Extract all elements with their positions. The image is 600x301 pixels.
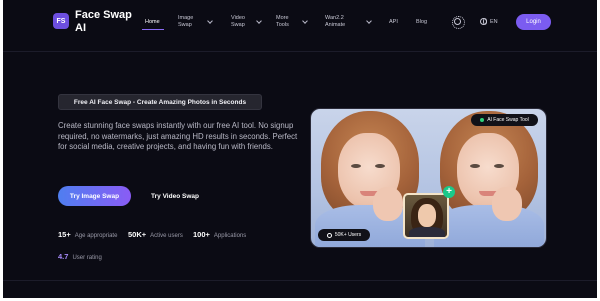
ai-tool-tag: AI Face Swap Tool [471,114,538,126]
nav-more-tools[interactable]: More Tools [276,15,298,29]
globe-icon[interactable] [480,18,487,25]
nav-video-swap[interactable]: Video Swap [231,15,253,29]
chevron-down-icon[interactable] [366,18,372,24]
ai-tool-tag-label: AI Face Swap Tool [487,117,529,123]
users-tag: 50K+ Users [318,229,370,241]
section-divider [3,280,597,281]
nav-home[interactable]: Home [145,19,160,26]
stat-age: 15+ Age appropriate [58,230,117,239]
users-tag-label: 50K+ Users [334,232,362,238]
hero-description: Create stunning face swaps instantly wit… [58,121,298,151]
stat-users: 50K+ Active users [128,230,183,239]
stat-rating: 4.7 User rating [58,252,102,261]
login-button[interactable]: Login [516,14,551,30]
rating-label: User rating [72,255,102,261]
rating-value: 4.7 [58,252,69,261]
stat-value: 50K+ [128,230,147,239]
nav-image-swap[interactable]: Image Swap [178,15,202,29]
stat-value: 15+ [58,230,71,239]
user-icon [326,232,332,238]
source-face-thumbnail [403,193,449,239]
stat-applications: 100+ Applications [193,230,246,239]
stat-value: 100+ [193,230,210,239]
chevron-down-icon[interactable] [256,18,262,24]
chevron-down-icon[interactable] [207,18,213,24]
nav-api[interactable]: API [389,19,398,26]
stat-label: Age appropriate [74,233,118,239]
status-dot-icon [480,118,485,122]
nav-wan-animate[interactable]: Wan2.2 Animate [325,15,355,29]
try-video-swap-button[interactable]: Try Video Swap [140,186,210,206]
stat-label: Active users [150,233,183,239]
plus-icon: + [443,186,455,198]
page-frame: FS Face Swap AI Home Image Swap Video Sw… [3,0,597,298]
nav-blog[interactable]: Blog [416,19,427,26]
chevron-down-icon[interactable] [302,18,308,24]
active-nav-indicator [142,29,164,30]
top-nav: FS Face Swap AI Home Image Swap Video Sw… [3,0,597,52]
brand-name[interactable]: Face Swap AI [75,9,137,35]
stat-label: Applications [213,233,247,239]
logo-badge[interactable]: FS [53,13,69,29]
try-image-swap-button[interactable]: Try Image Swap [58,186,131,206]
hero-badge: Free AI Face Swap - Create Amazing Photo… [58,94,262,110]
language-selector[interactable]: EN [490,19,498,26]
sun-icon[interactable] [452,16,465,29]
